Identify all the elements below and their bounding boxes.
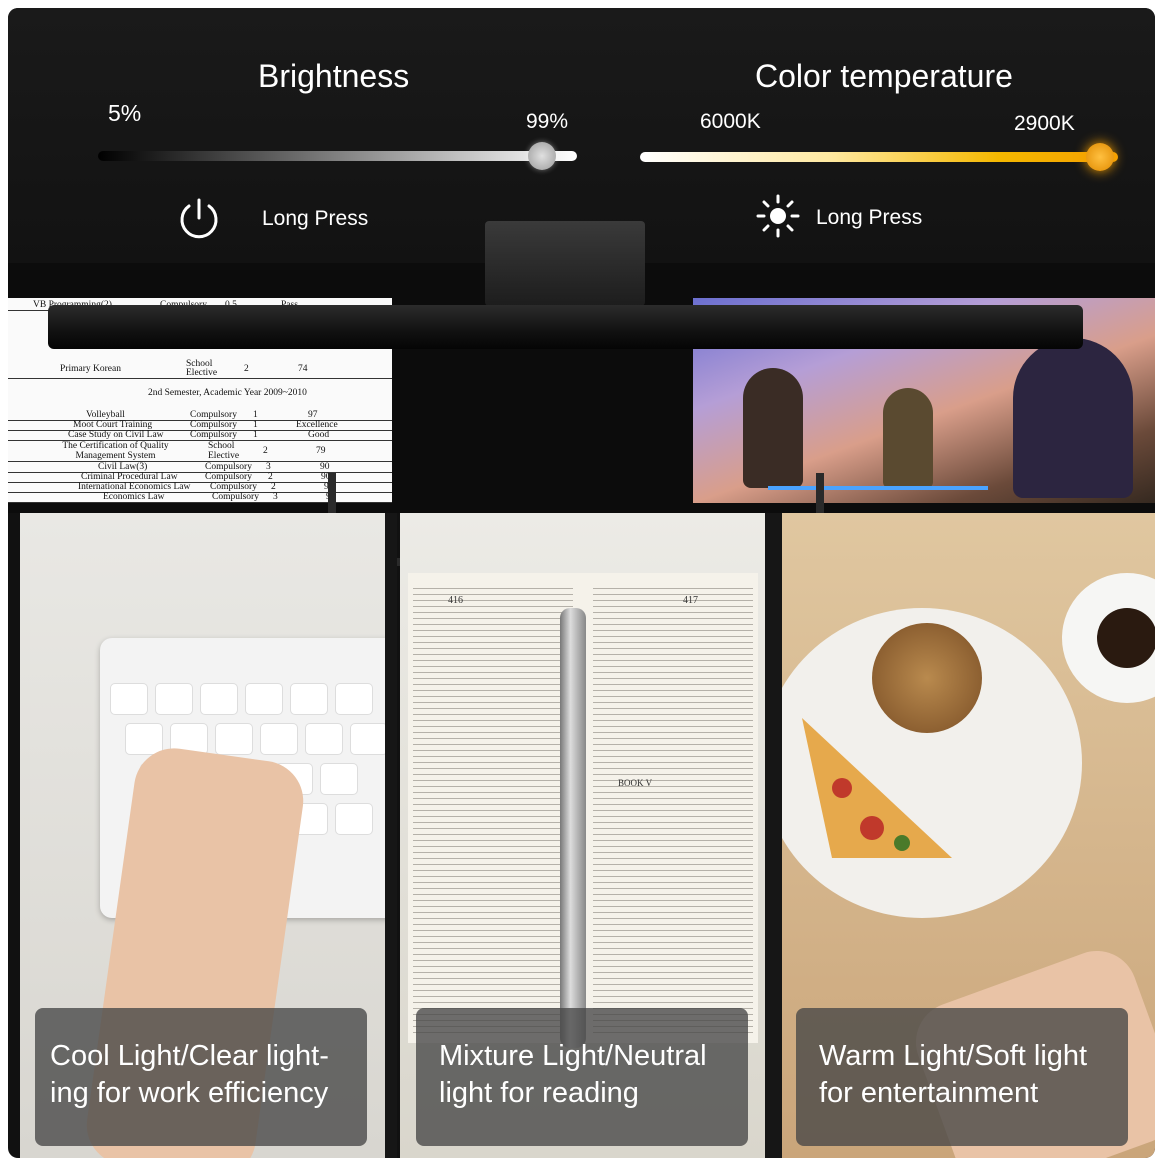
game-character xyxy=(1013,338,1133,498)
table-row: The Certification of Quality Management … xyxy=(8,441,392,462)
brightness-long-press-label: Long Press xyxy=(262,207,369,230)
game-character xyxy=(743,368,803,488)
table-row: Case Study on Civil Law Compulsory 1 Good xyxy=(8,430,392,441)
monitor-light-bar xyxy=(48,305,1083,349)
pen xyxy=(560,608,586,1048)
brightness-max-label: 99% xyxy=(526,110,569,133)
color-temperature-min-label: 6000K xyxy=(700,110,761,133)
color-temperature-long-press-label: Long Press xyxy=(816,206,923,229)
color-temperature-slider-knob[interactable] xyxy=(1086,143,1114,171)
light-bar-clip xyxy=(485,221,645,306)
coffee-cup xyxy=(1062,573,1155,703)
brightness-min-label: 5% xyxy=(108,100,142,126)
game-character xyxy=(883,388,933,488)
mixture-light-caption: Mixture Light/Neutral light for reading xyxy=(416,1008,748,1146)
brightness-slider-knob[interactable] xyxy=(528,142,557,170)
color-temperature-slider-track[interactable] xyxy=(640,152,1118,162)
sun-icon[interactable] xyxy=(756,194,800,238)
panel-divider xyxy=(765,513,782,1158)
cool-light-caption: Cool Light/Clear light- ing for work eff… xyxy=(35,1008,367,1146)
book-right-page-number: 417 xyxy=(683,595,698,606)
product-image-frame: Brightness 5% 99% Color temperature 6000… xyxy=(8,8,1155,1158)
pizza-slice xyxy=(802,718,952,858)
warm-light-caption: Warm Light/Soft light for entertainment xyxy=(796,1008,1128,1146)
table-row: Primary Korean School Elective 2 74 xyxy=(8,359,392,379)
warm-light-caption-text: Warm Light/Soft light for entertainment xyxy=(819,1040,1088,1109)
book-heading: BOOK V xyxy=(618,778,653,788)
panel-divider xyxy=(385,513,397,1158)
cool-light-caption-text: Cool Light/Clear light- ing for work eff… xyxy=(50,1040,329,1109)
color-temperature-max-label: 2900K xyxy=(1014,112,1075,135)
book-left-page-number: 416 xyxy=(448,595,463,606)
brightness-title: Brightness xyxy=(258,58,410,94)
power-icon[interactable] xyxy=(175,194,223,242)
brightness-slider-track[interactable] xyxy=(98,151,577,161)
table-caption: 2nd Semester, Academic Year 2009~2010 xyxy=(148,388,307,398)
mixture-light-caption-text: Mixture Light/Neutral light for reading xyxy=(439,1040,707,1109)
color-temperature-title: Color temperature xyxy=(755,58,1013,94)
